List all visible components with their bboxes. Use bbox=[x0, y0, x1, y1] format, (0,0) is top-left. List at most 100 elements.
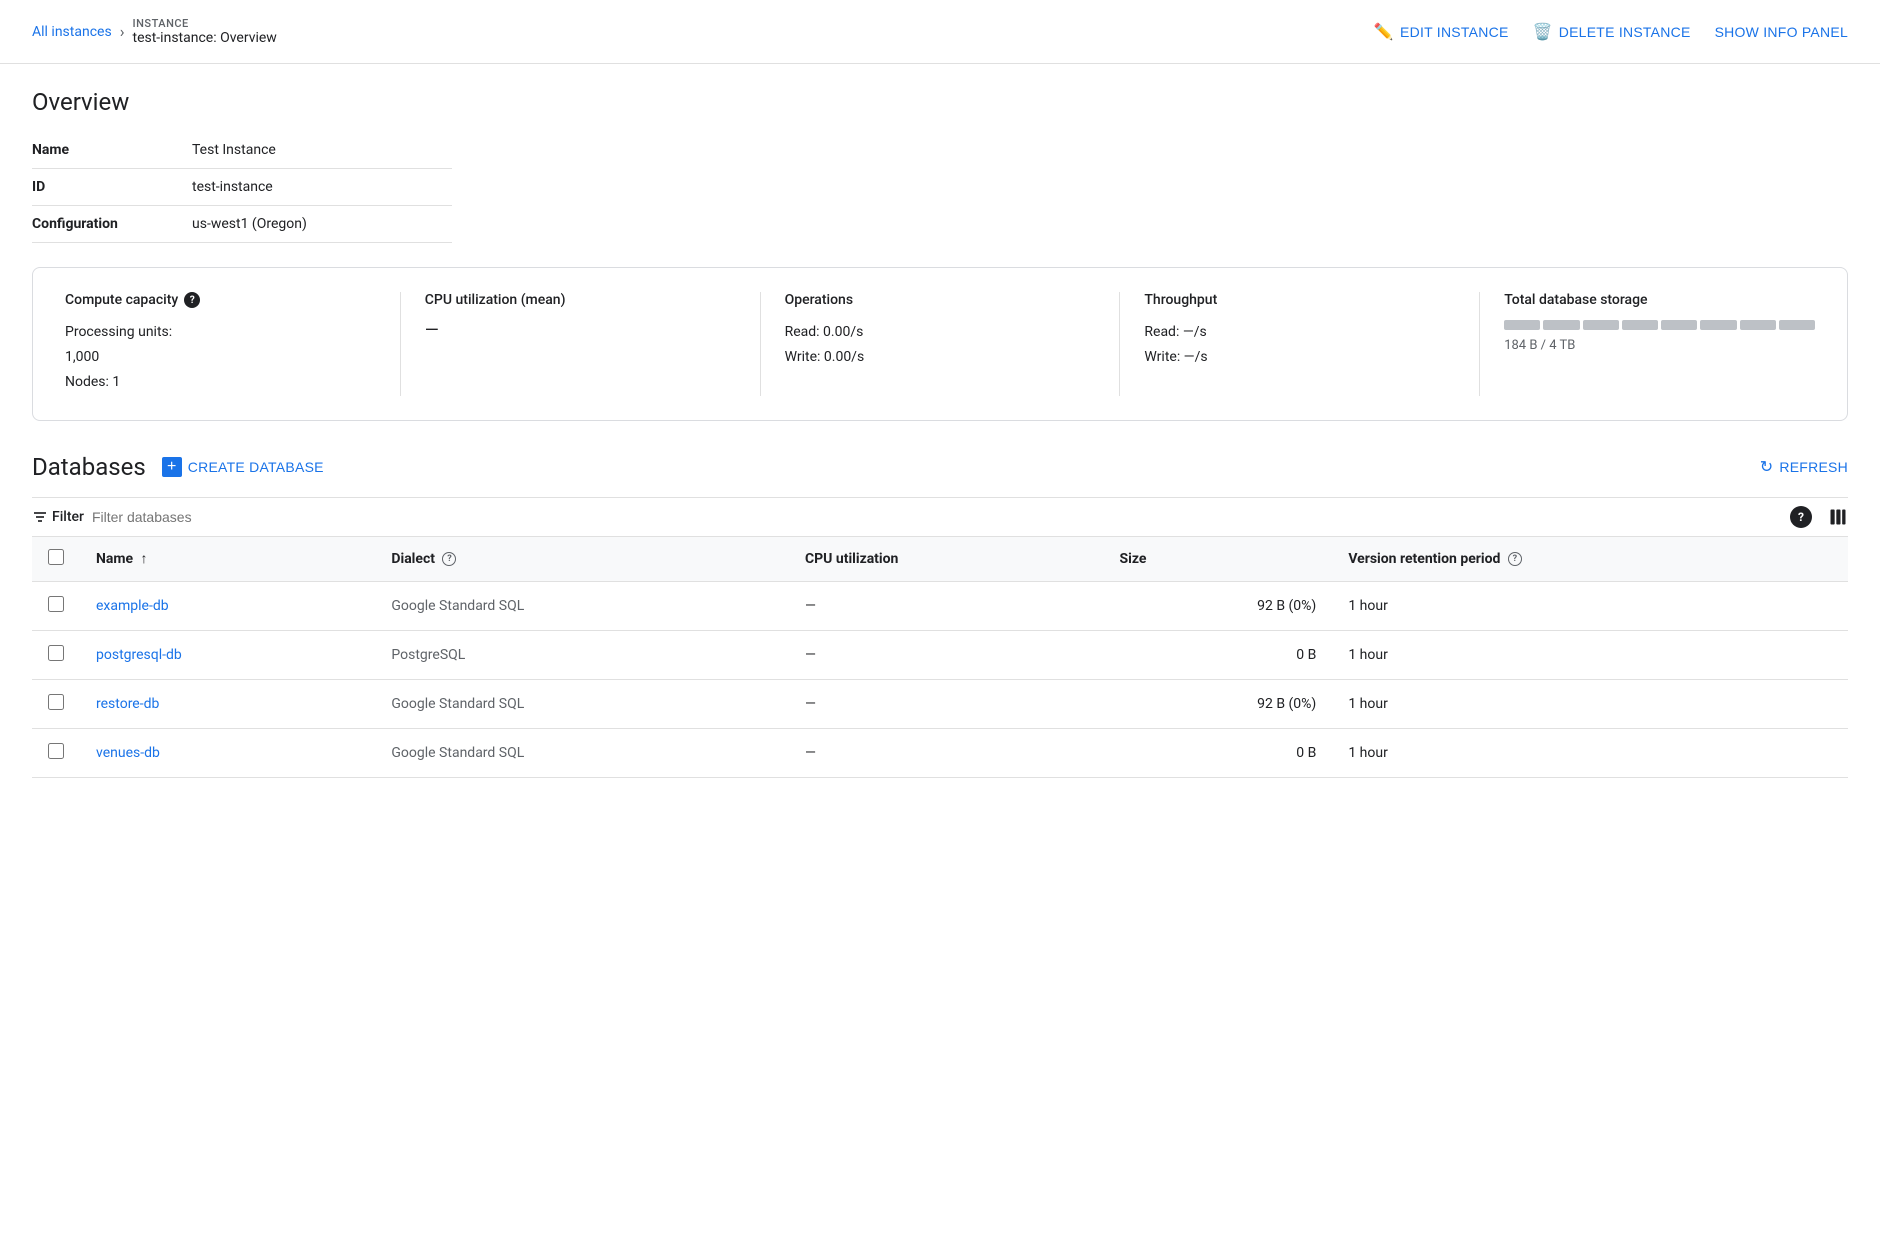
create-database-button[interactable]: + CREATE DATABASE bbox=[162, 457, 324, 477]
instance-name: test-instance: Overview bbox=[133, 30, 277, 46]
db-name-cell[interactable]: postgresql-db bbox=[80, 630, 375, 679]
name-column-header[interactable]: Name ↑ bbox=[80, 537, 375, 582]
row-checkbox[interactable] bbox=[48, 694, 64, 710]
db-cpu-cell: — bbox=[789, 630, 1104, 679]
info-value: us-west1 (Oregon) bbox=[192, 206, 452, 243]
instance-info-table: NameTest InstanceIDtest-instanceConfigur… bbox=[32, 132, 452, 243]
filter-databases-input[interactable] bbox=[92, 509, 292, 525]
db-cpu-cell: — bbox=[789, 581, 1104, 630]
operations-label: Operations bbox=[785, 292, 1096, 308]
columns-icon bbox=[1828, 507, 1848, 527]
plus-icon: + bbox=[162, 457, 182, 477]
storage-bar-segment bbox=[1700, 320, 1736, 330]
metrics-card: Compute capacity ? Processing units: 1,0… bbox=[32, 267, 1848, 421]
refresh-button[interactable]: ↻ REFRESH bbox=[1760, 457, 1848, 477]
row-checkbox-cell bbox=[32, 728, 80, 777]
size-column-header: Size bbox=[1104, 537, 1333, 582]
throughput-section: Throughput Read: —/s Write: —/s bbox=[1144, 292, 1480, 396]
row-checkbox[interactable] bbox=[48, 645, 64, 661]
filter-icon-label: Filter bbox=[32, 509, 84, 525]
db-cpu-cell: — bbox=[789, 679, 1104, 728]
databases-title: Databases bbox=[32, 453, 146, 481]
db-retention-cell: 1 hour bbox=[1332, 728, 1848, 777]
sort-asc-icon: ↑ bbox=[141, 550, 148, 567]
row-checkbox-cell bbox=[32, 581, 80, 630]
storage-text: 184 B / 4 TB bbox=[1504, 338, 1815, 353]
databases-title-group: Databases + CREATE DATABASE bbox=[32, 453, 324, 481]
compute-capacity-label: Compute capacity ? bbox=[65, 292, 376, 308]
refresh-icon: ↻ bbox=[1760, 457, 1774, 477]
compute-capacity-section: Compute capacity ? Processing units: 1,0… bbox=[65, 292, 401, 396]
databases-table: Name ↑ Dialect ? CPU utilization Size Ve… bbox=[32, 537, 1848, 778]
table-row: venues-db Google Standard SQL — 0 B 1 ho… bbox=[32, 728, 1848, 777]
db-retention-cell: 1 hour bbox=[1332, 630, 1848, 679]
dialect-column-header: Dialect ? bbox=[375, 537, 789, 582]
storage-bar-segment bbox=[1740, 320, 1776, 330]
breadcrumb: All instances › INSTANCE test-instance: … bbox=[32, 17, 277, 46]
table-help-icon[interactable]: ? bbox=[1790, 506, 1812, 528]
storage-bar-segment bbox=[1622, 320, 1658, 330]
compute-help-icon[interactable]: ? bbox=[184, 292, 200, 308]
operations-value: Read: 0.00/s Write: 0.00/s bbox=[785, 320, 1096, 370]
storage-bar-segment bbox=[1779, 320, 1815, 330]
db-dialect-cell: Google Standard SQL bbox=[375, 679, 789, 728]
storage-bar bbox=[1504, 320, 1815, 330]
databases-header: Databases + CREATE DATABASE ↻ REFRESH bbox=[32, 453, 1848, 481]
db-retention-cell: 1 hour bbox=[1332, 581, 1848, 630]
compute-value: Processing units: 1,000 Nodes: 1 bbox=[65, 320, 376, 396]
all-instances-link[interactable]: All instances bbox=[32, 24, 112, 40]
db-dialect-cell: Google Standard SQL bbox=[375, 728, 789, 777]
select-all-checkbox[interactable] bbox=[48, 549, 64, 565]
info-value: test-instance bbox=[192, 169, 452, 206]
info-key: Name bbox=[32, 132, 192, 169]
row-checkbox[interactable] bbox=[48, 743, 64, 759]
db-name-cell[interactable]: restore-db bbox=[80, 679, 375, 728]
filter-svg-icon bbox=[32, 509, 48, 525]
show-info-panel-button[interactable]: SHOW INFO PANEL bbox=[1715, 24, 1848, 40]
info-table-row: Configurationus-west1 (Oregon) bbox=[32, 206, 452, 243]
table-row: postgresql-db PostgreSQL — 0 B 1 hour bbox=[32, 630, 1848, 679]
info-table-row: IDtest-instance bbox=[32, 169, 452, 206]
retention-column-header: Version retention period ? bbox=[1332, 537, 1848, 582]
db-dialect-cell: Google Standard SQL bbox=[375, 581, 789, 630]
db-size-cell: 92 B (0%) bbox=[1104, 679, 1333, 728]
top-actions: ✏️ EDIT INSTANCE 🗑️ DELETE INSTANCE SHOW… bbox=[1374, 22, 1848, 42]
db-size-cell: 0 B bbox=[1104, 630, 1333, 679]
db-name-cell[interactable]: venues-db bbox=[80, 728, 375, 777]
overview-title: Overview bbox=[32, 88, 1848, 116]
top-bar: All instances › INSTANCE test-instance: … bbox=[0, 0, 1880, 64]
breadcrumb-chevron: › bbox=[120, 22, 125, 41]
table-header-row: Name ↑ Dialect ? CPU utilization Size Ve… bbox=[32, 537, 1848, 582]
storage-bar-segment bbox=[1583, 320, 1619, 330]
table-row: restore-db Google Standard SQL — 92 B (0… bbox=[32, 679, 1848, 728]
db-name-cell[interactable]: example-db bbox=[80, 581, 375, 630]
cpu-utilization-section: CPU utilization (mean) — bbox=[425, 292, 761, 396]
row-checkbox-cell bbox=[32, 630, 80, 679]
info-key: ID bbox=[32, 169, 192, 206]
main-content: Overview NameTest InstanceIDtest-instanc… bbox=[0, 64, 1880, 802]
select-all-cell bbox=[32, 537, 80, 582]
info-table-row: NameTest Instance bbox=[32, 132, 452, 169]
edit-instance-button[interactable]: ✏️ EDIT INSTANCE bbox=[1374, 22, 1509, 42]
filter-right: ? bbox=[1790, 506, 1848, 528]
instance-label: INSTANCE bbox=[133, 17, 277, 30]
db-dialect-cell: PostgreSQL bbox=[375, 630, 789, 679]
delete-instance-button[interactable]: 🗑️ DELETE INSTANCE bbox=[1533, 22, 1691, 42]
storage-label: Total database storage bbox=[1504, 292, 1815, 308]
storage-bar-segment bbox=[1661, 320, 1697, 330]
storage-bar-segment bbox=[1543, 320, 1579, 330]
dialect-help-icon[interactable]: ? bbox=[442, 552, 456, 566]
db-cpu-cell: — bbox=[789, 728, 1104, 777]
info-value: Test Instance bbox=[192, 132, 452, 169]
filter-bar: Filter ? bbox=[32, 497, 1848, 537]
db-retention-cell: 1 hour bbox=[1332, 679, 1848, 728]
delete-icon: 🗑️ bbox=[1533, 22, 1553, 42]
retention-help-icon[interactable]: ? bbox=[1508, 552, 1522, 566]
row-checkbox[interactable] bbox=[48, 596, 64, 612]
info-key: Configuration bbox=[32, 206, 192, 243]
db-size-cell: 92 B (0%) bbox=[1104, 581, 1333, 630]
throughput-value: Read: —/s Write: —/s bbox=[1144, 320, 1455, 370]
operations-section: Operations Read: 0.00/s Write: 0.00/s bbox=[785, 292, 1121, 396]
column-display-button[interactable] bbox=[1828, 507, 1848, 527]
storage-bar-segment bbox=[1504, 320, 1540, 330]
